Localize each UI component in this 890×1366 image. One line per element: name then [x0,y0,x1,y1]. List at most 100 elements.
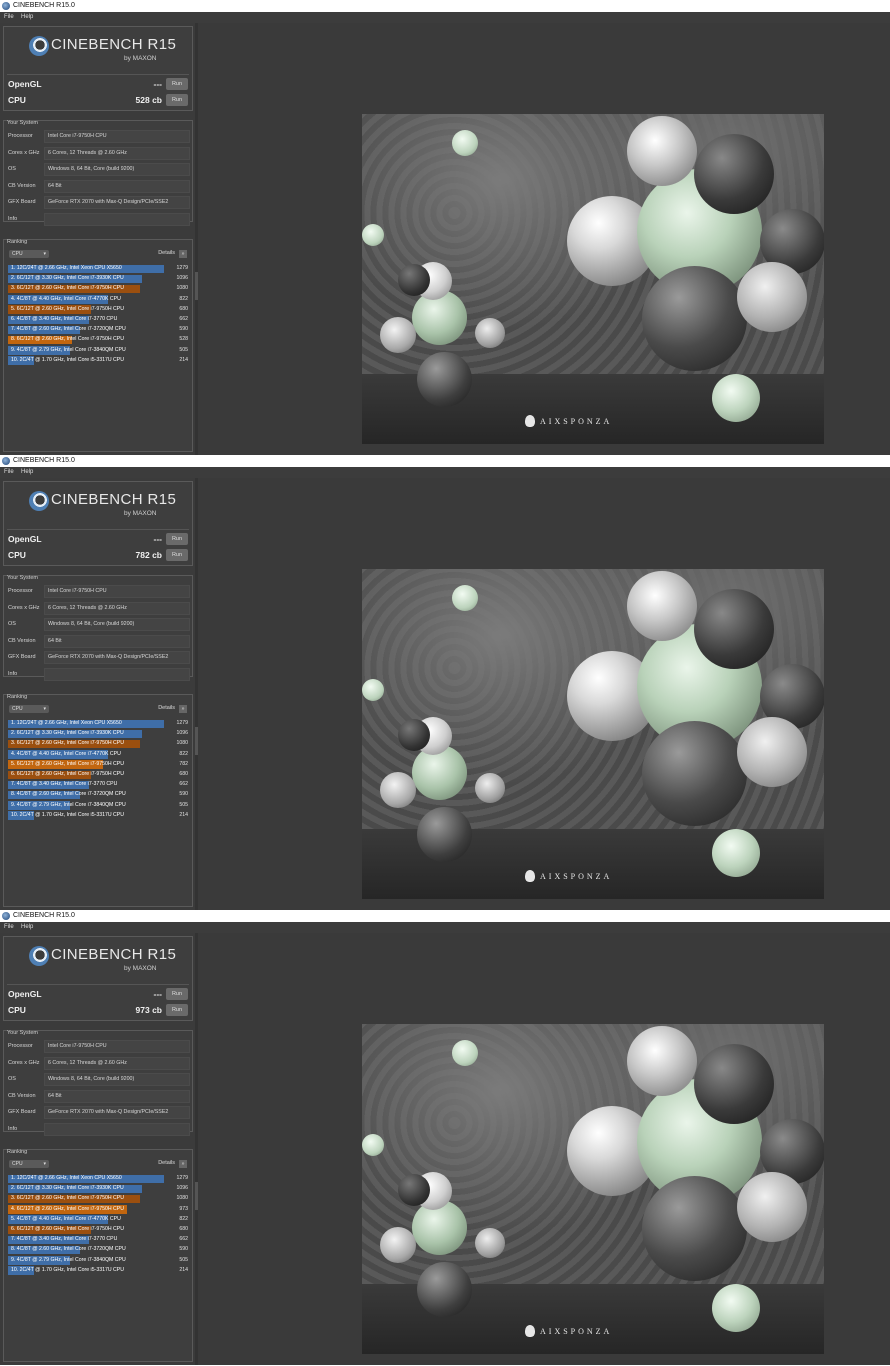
opengl-run-button[interactable]: Run [166,78,188,90]
menu-help[interactable]: Help [21,12,33,23]
ranking-score: 590 [179,326,188,333]
ranking-row[interactable]: 7. 4C/8T @ 2.60 GHz, Intel Core i7-3720Q… [8,325,188,335]
system-row: CB Version 64 Bit [4,634,192,648]
ranking-label: 10. 2C/4T @ 1.70 GHz, Intel Core i5-3317… [11,1266,125,1273]
system-key: Processor [8,1043,33,1049]
results-box: CINEBENCH R15 by MAXON OpenGL --- Run CPU 528 … [3,26,193,111]
render-sphere [398,719,430,751]
cinebench-window: CINEBENCH R15.0 File Help CINEBENCH R15 by M… [0,455,890,910]
ranking-row[interactable]: 2. 6C/12T @ 3.30 GHz, Intel Core i7-3930… [8,729,188,739]
ranking-row[interactable]: 10. 2C/4T @ 1.70 GHz, Intel Core i5-3317… [8,1266,188,1276]
cpu-run-button[interactable]: Run [166,94,188,106]
panel-scrollbar[interactable] [195,727,198,755]
ranking-row[interactable]: 2. 6C/12T @ 3.30 GHz, Intel Core i7-3930… [8,274,188,284]
ranking-row[interactable]: 5. 4C/8T @ 4.40 GHz, Intel Core i7-4770K… [8,1215,188,1225]
menu-file[interactable]: File [4,922,14,933]
system-value-field[interactable] [44,1122,190,1136]
ranking-row[interactable]: 10. 2C/4T @ 1.70 GHz, Intel Core i5-3317… [8,811,188,821]
ranking-row[interactable]: 9. 4C/8T @ 2.79 GHz, Intel Core i7-3840Q… [8,1256,188,1266]
system-value-field: 64 Bit [44,1089,190,1103]
ranking-row[interactable]: 3. 6C/12T @ 2.60 GHz, Intel Core i7-9750… [8,739,188,749]
ranking-row[interactable]: 5. 6C/12T @ 2.60 GHz, Intel Core i7-9750… [8,760,188,770]
details-toggle-button[interactable]: » [179,250,187,258]
system-value-field[interactable] [44,667,190,681]
render-sphere [475,773,505,803]
panel-divider [195,23,198,455]
ranking-row[interactable]: 3. 6C/12T @ 2.60 GHz, Intel Core i7-9750… [8,1194,188,1204]
left-panel: CINEBENCH R15 by MAXON OpenGL --- Run CPU 528 … [0,23,195,455]
system-value-field: Intel Core i7-9750H CPU [44,130,190,143]
ranking-label: 6. 4C/8T @ 3.40 GHz, Intel Core i7-3770 … [11,316,118,322]
cpu-run-button[interactable]: Run [166,549,188,561]
ranking-row[interactable]: 4. 4C/8T @ 4.40 GHz, Intel Core i7-4770K… [8,750,188,760]
window-title: CINEBENCH R15.0 [13,2,75,9]
render-sphere [417,1262,472,1317]
system-row: Cores x GHz 6 Cores, 12 Threads @ 2.60 GH… [4,1056,192,1070]
ranking-row[interactable]: 6. 4C/8T @ 3.40 GHz, Intel Core i7-3770 … [8,315,188,325]
system-value-field[interactable] [44,212,190,226]
ranking-score: 505 [179,801,188,808]
your-system-title: Your System [7,120,38,126]
render-sphere [642,1176,747,1281]
ranking-row[interactable]: 10. 2C/4T @ 1.70 GHz, Intel Core i5-3317… [8,356,188,366]
menu-help[interactable]: Help [21,467,33,478]
ranking-row[interactable]: 3. 6C/12T @ 2.60 GHz, Intel Core i7-9750… [8,284,188,294]
menu-help[interactable]: Help [21,922,33,933]
render-sphere [694,1044,774,1124]
ranking-row[interactable]: 7. 4C/8T @ 3.40 GHz, Intel Core i7-3770 … [8,780,188,790]
cpu-label: CPU [8,95,26,105]
ranking-row[interactable]: 1. 12C/24T @ 2.66 GHz, Intel Xeon CPU X5… [8,719,188,729]
ranking-row[interactable]: 9. 4C/8T @ 2.79 GHz, Intel Core i7-3840Q… [8,801,188,811]
ranking-label: 1. 12C/24T @ 2.66 GHz, Intel Xeon CPU X5… [11,1175,122,1181]
render-sphere [475,318,505,348]
opengl-label: OpenGL [8,534,42,544]
system-key: Cores x GHz [8,604,40,611]
ranking-row[interactable]: 1. 12C/24T @ 2.66 GHz, Intel Xeon CPU X5… [8,1174,188,1184]
ranking-row[interactable]: 2. 6C/12T @ 3.30 GHz, Intel Core i7-3930… [8,1184,188,1194]
ranking-type-dropdown[interactable]: CPU [9,250,49,258]
system-key: Processor [8,133,33,139]
system-key: Info [8,215,18,222]
ranking-type-dropdown[interactable]: CPU [9,1160,49,1168]
ranking-row[interactable]: 4. 6C/12T @ 2.60 GHz, Intel Core i7-9750… [8,1205,188,1215]
ranking-box: Ranking CPU Details » 1. 12C/24T @ 2.66 GHz,… [3,694,193,907]
ranking-row[interactable]: 9. 4C/8T @ 2.79 GHz, Intel Core i7-3840Q… [8,346,188,356]
opengl-score: --- [153,989,163,999]
system-row: Processor Intel Core i7-9750H CPU [4,130,192,143]
logo-text: CINEBENCH R15 [51,946,177,963]
ranking-row[interactable]: 1. 12C/24T @ 2.66 GHz, Intel Xeon CPU X5… [8,264,188,274]
ranking-row[interactable]: 8. 4C/8T @ 2.60 GHz, Intel Core i7-3720Q… [8,790,188,800]
details-toggle-button[interactable]: » [179,1160,187,1168]
opengl-run-button[interactable]: Run [166,988,188,1000]
ranking-row[interactable]: 8. 4C/8T @ 2.60 GHz, Intel Core i7-3720Q… [8,1245,188,1255]
panel-scrollbar[interactable] [195,272,198,300]
ranking-row[interactable]: 8. 6C/12T @ 2.60 GHz, Intel Core i7-9750… [8,335,188,345]
menu-file[interactable]: File [4,467,14,478]
opengl-run-button[interactable]: Run [166,533,188,545]
ranking-score: 1096 [176,1185,188,1192]
cpu-run-button[interactable]: Run [166,1004,188,1016]
ranking-score: 973 [179,1205,188,1212]
panel-scrollbar[interactable] [195,1182,198,1210]
render-sphere [380,1227,416,1263]
render-sphere [694,134,774,214]
ranking-label: 10. 2C/4T @ 1.70 GHz, Intel Core i5-3317… [11,811,125,818]
menu-file[interactable]: File [4,12,14,23]
ranking-row[interactable]: 6. 6C/12T @ 2.60 GHz, Intel Core i7-9750… [8,770,188,780]
logo-subtitle: by MAXON [124,55,157,62]
divider [7,74,189,75]
cinebench-logo-icon [29,36,49,56]
system-value-field: 6 Cores, 12 Threads @ 2.60 GHz [44,1056,190,1070]
ranking-type-dropdown[interactable]: CPU [9,705,49,713]
ranking-row[interactable]: 6. 6C/12T @ 2.60 GHz, Intel Core i7-9750… [8,1225,188,1235]
details-toggle-button[interactable]: » [179,705,187,713]
ranking-score: 822 [179,295,188,302]
render-sphere [362,1134,384,1156]
ranking-row[interactable]: 5. 6C/12T @ 2.60 GHz, Intel Core i7-9750… [8,305,188,315]
system-value-field: 6 Cores, 12 Threads @ 2.60 GHz [44,146,190,160]
ranking-row[interactable]: 7. 4C/8T @ 3.40 GHz, Intel Core i7-3770 … [8,1235,188,1245]
ranking-label: 8. 6C/12T @ 2.60 GHz, Intel Core i7-9750… [11,336,125,343]
details-label: Details [158,1160,175,1166]
ranking-row[interactable]: 4. 4C/8T @ 4.40 GHz, Intel Core i7-4770K… [8,295,188,305]
cinebench-logo-icon [29,491,49,511]
